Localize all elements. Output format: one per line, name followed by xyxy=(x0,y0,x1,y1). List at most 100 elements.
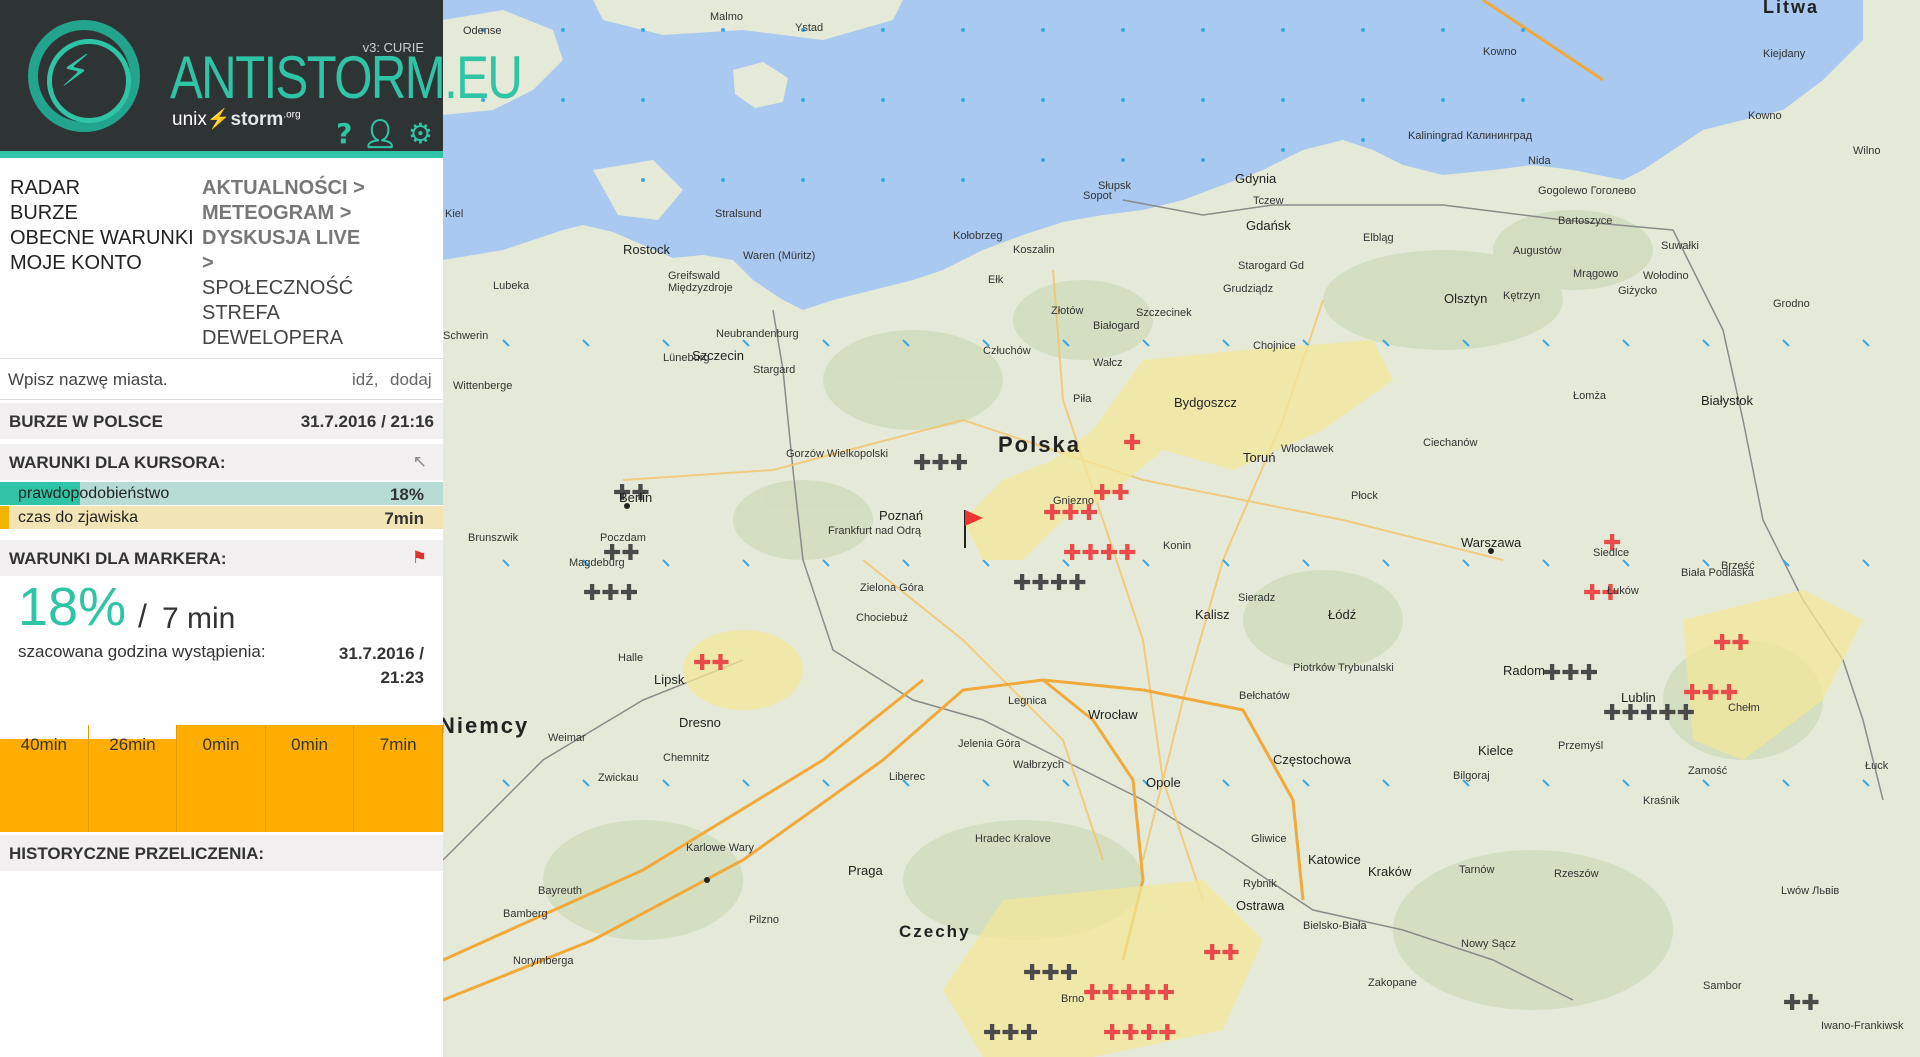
nav-news[interactable]: AKTUALNOŚCI > xyxy=(202,176,422,201)
time-to-event-bar-fill xyxy=(0,506,9,529)
time-to-event-value: 7min xyxy=(384,509,424,528)
place-siedlce: Siedlce xyxy=(1593,547,1630,559)
forecast-tile[interactable]: 0min xyxy=(265,725,355,832)
forecast-tile[interactable]: 26min xyxy=(88,725,178,832)
city-search: idź, dodaj xyxy=(0,358,443,400)
city-czestochowa: Częstochowa xyxy=(1273,752,1352,767)
city-radom: Radom xyxy=(1503,663,1545,678)
place-greifswald: Waren (Müritz) xyxy=(743,250,816,262)
main-nav: RADAR BURZE OBECNE WARUNKI MOJE KONTO AK… xyxy=(0,166,443,356)
user-icon[interactable]: 👤︎ xyxy=(362,120,398,148)
place-bielsko-biala: Bielsko-Biała xyxy=(1303,920,1367,932)
nav-community[interactable]: SPOŁECZNOŚĆ xyxy=(202,276,422,301)
forecast-tile[interactable]: 40min xyxy=(0,725,89,832)
marker-separator: / xyxy=(138,598,147,634)
place-tarnow: Tarnów xyxy=(1459,864,1495,876)
search-add-link[interactable]: dodaj xyxy=(390,370,432,390)
city-lodz: Łódź xyxy=(1328,607,1357,622)
place-tczew: Starogard Gd xyxy=(1238,260,1305,272)
city-torun: Toruń xyxy=(1243,450,1276,465)
nav-developer-zone[interactable]: STREFA xyxy=(202,301,422,326)
place-chemnitz: Chemnitz xyxy=(663,752,710,764)
place-nowy-sacz: Nowy Sącz xyxy=(1461,938,1517,950)
place-miedzyzdroje: Greifswald xyxy=(668,270,720,282)
city-krakow: Kraków xyxy=(1368,864,1412,879)
forecast-tile-label: 7min xyxy=(379,735,417,754)
help-icon[interactable]: ? xyxy=(336,120,352,148)
place-luneburg: Wittenberge xyxy=(453,380,513,392)
place-sieradz: Sieradz xyxy=(1238,592,1276,604)
svg-text:✚✚✚✚: ✚✚✚✚ xyxy=(1063,541,1137,566)
country-label-czechy: Czechy xyxy=(899,922,971,941)
place-zamosc: Zamość xyxy=(1688,765,1728,777)
probability-value: 18% xyxy=(389,485,424,504)
svg-text:✚✚: ✚✚ xyxy=(1713,631,1750,656)
place-gliwice: Gliwice xyxy=(1251,833,1287,845)
city-drezno: Dresno xyxy=(679,715,721,730)
nav-meteogram[interactable]: METEOGRAM > xyxy=(202,201,422,226)
place-suwalki: Suwałki xyxy=(1661,240,1699,252)
place-walbrzych: Wałbrzych xyxy=(1013,759,1064,771)
brand-title[interactable]: ANTISTORM.EU xyxy=(170,48,523,108)
place-bamberg: Bamberg xyxy=(503,908,548,920)
storm-map[interactable]: ✚✚✚ ✚✚✚✚ ✚✚✚✚ ✚✚✚ ✚✚ ✚✚ ✚✚✚ ✚✚ ✚✚ ✚ ✚✚ ✚… xyxy=(443,0,1920,1057)
svg-text:✚✚: ✚✚ xyxy=(1093,481,1130,506)
place-frankfurt: Frankfurt nad Odrą xyxy=(828,525,921,537)
place-lukow: Łuków xyxy=(1607,585,1639,597)
marker-conditions-label: WARUNKI DLA MARKERA: xyxy=(9,549,227,568)
city-praga: Praga xyxy=(848,863,883,878)
place-sambor: Sambor xyxy=(1703,980,1742,992)
svg-text:✚✚✚: ✚✚✚ xyxy=(983,1021,1038,1046)
place-hradec-kralove: Hradec Kralove xyxy=(975,833,1051,845)
place-elk: Giżycko xyxy=(1618,285,1658,297)
place-lomza: Łomża xyxy=(1573,390,1607,402)
forecast-tile[interactable]: 0min xyxy=(177,725,266,832)
place-przemysl: Przemyśl xyxy=(1558,740,1604,752)
settings-icon[interactable]: ⚙ xyxy=(408,120,433,148)
probability-bar: prawdopodobieństwo 18% xyxy=(0,482,443,505)
place-zwickau: Zwickau xyxy=(598,772,639,784)
place-gniezno: Gniezno xyxy=(1053,495,1094,507)
place-sopot: Tczew xyxy=(1253,195,1284,207)
nav-storms[interactable]: BURZE xyxy=(10,201,194,226)
flag-icon[interactable]: ⚑ xyxy=(412,548,427,568)
place-stargard: Stargard xyxy=(753,364,796,376)
city-gdynia: Gdynia xyxy=(1235,171,1277,186)
nav-my-account[interactable]: MOJE KONTO xyxy=(10,251,194,276)
place-magdeburg: Magdeburg xyxy=(569,557,625,569)
place-plock: Płock xyxy=(1351,490,1378,502)
nav-current-conditions[interactable]: OBECNE WARUNKI xyxy=(10,226,194,251)
place-chojnice: Szczecinek xyxy=(1136,307,1192,319)
unixstorm-storm: storm xyxy=(230,109,284,130)
cursor-conditions-header: WARUNKI DLA KURSORA: ↖ xyxy=(0,444,443,480)
place-gorzow: Gorzów Wielkopolski xyxy=(786,448,889,460)
city-search-input[interactable] xyxy=(8,367,308,393)
place-walcz: Człuchów xyxy=(983,345,1031,357)
unixstorm-logo[interactable]: unix⚡storm.org xyxy=(172,107,301,131)
forecast-tile[interactable]: 7min xyxy=(354,725,443,832)
brand-header: ⚡ ANTISTORM.EU v3: CURIE unix⚡storm.org … xyxy=(0,0,523,158)
search-go-link[interactable]: idź, xyxy=(352,370,378,390)
nav-developer-zone-2[interactable]: DEWELOPERA xyxy=(202,326,422,351)
nav-live-discussion-arrow[interactable]: > xyxy=(202,251,422,276)
place-halle: Halle xyxy=(618,652,644,664)
place-brunszwik: Brunszwik xyxy=(468,532,519,544)
place-wilno: Wilno xyxy=(1853,145,1881,157)
place-kolobrzeg: Kołobrzeg xyxy=(953,230,1003,242)
nav-live-discussion[interactable]: DYSKUSJA LIVE xyxy=(202,226,422,251)
place-stalowa-wola: Bilgoraj xyxy=(1453,770,1490,782)
country-label-litwa: Litwa xyxy=(1763,0,1820,17)
nav-radar[interactable]: RADAR xyxy=(10,176,194,201)
place-pilzno: Pilzno xyxy=(749,914,779,926)
place-wolodino: Nida xyxy=(1528,155,1551,167)
place-ystad: Ystad xyxy=(795,22,824,34)
place-koszalin: Koszalin xyxy=(1013,244,1055,256)
city-olsztyn: Olsztyn xyxy=(1444,291,1488,306)
place-malmo: Malmo xyxy=(710,11,744,23)
brand-icons: ? 👤︎ ⚙ xyxy=(336,120,433,148)
svg-text:✚✚✚✚: ✚✚✚✚ xyxy=(1013,571,1087,596)
svg-text:✚✚✚: ✚✚✚ xyxy=(1023,961,1078,986)
city-lublin: Lublin xyxy=(1621,690,1656,705)
place-pila: Piła xyxy=(1073,393,1092,405)
place-lubeka: Lubeka xyxy=(493,280,530,292)
